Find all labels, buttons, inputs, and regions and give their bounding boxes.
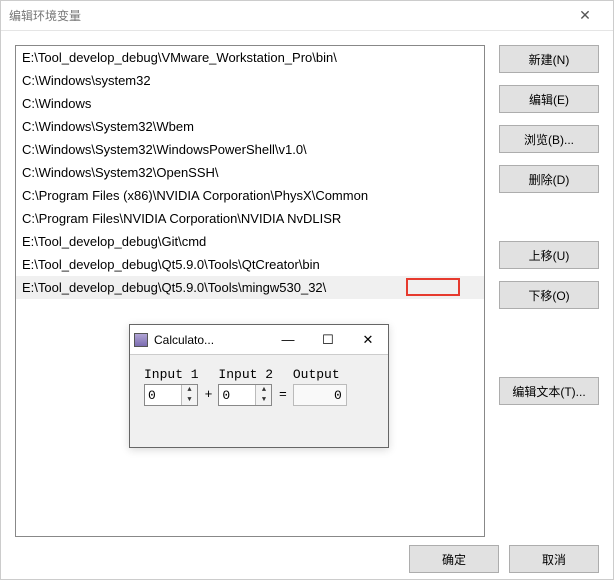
new-button[interactable]: 新建(N) bbox=[499, 45, 599, 73]
list-item[interactable]: C:\Windows\system32 bbox=[16, 69, 484, 92]
list-item[interactable]: E:\Tool_develop_debug\VMware_Workstation… bbox=[16, 46, 484, 69]
input1-stepper[interactable]: ▲ ▼ bbox=[144, 384, 198, 406]
ok-button[interactable]: 确定 bbox=[409, 545, 499, 573]
calc-title: Calculato... bbox=[154, 333, 268, 347]
input1-label: Input 1 bbox=[144, 367, 199, 382]
close-icon[interactable]: ✕ bbox=[348, 325, 388, 355]
chevron-down-icon[interactable]: ▼ bbox=[182, 395, 197, 405]
list-item[interactable]: C:\Windows bbox=[16, 92, 484, 115]
side-buttons: 新建(N) 编辑(E) 浏览(B)... 删除(D) 上移(U) 下移(O) 编… bbox=[499, 45, 599, 537]
input2-label: Input 2 bbox=[218, 367, 273, 382]
minimize-icon[interactable]: — bbox=[268, 325, 308, 355]
plus-label: + bbox=[205, 387, 213, 406]
browse-button[interactable]: 浏览(B)... bbox=[499, 125, 599, 153]
list-item[interactable]: C:\Program Files\NVIDIA Corporation\NVID… bbox=[16, 207, 484, 230]
edit-button[interactable]: 编辑(E) bbox=[499, 85, 599, 113]
calc-titlebar[interactable]: Calculato... — ☐ ✕ bbox=[130, 325, 388, 355]
list-item[interactable]: C:\Windows\System32\Wbem bbox=[16, 115, 484, 138]
dialog-title: 编辑环境变量 bbox=[9, 7, 565, 24]
list-item[interactable]: C:\Windows\System32\WindowsPowerShell\v1… bbox=[16, 138, 484, 161]
output-label: Output bbox=[293, 367, 347, 382]
list-item[interactable]: E:\Tool_develop_debug\Qt5.9.0\Tools\QtCr… bbox=[16, 253, 484, 276]
output-value: 0 bbox=[293, 384, 347, 406]
path-list[interactable]: E:\Tool_develop_debug\VMware_Workstation… bbox=[15, 45, 485, 537]
cancel-button[interactable]: 取消 bbox=[509, 545, 599, 573]
list-item[interactable]: C:\Windows\System32\OpenSSH\ bbox=[16, 161, 484, 184]
list-item[interactable]: C:\Program Files (x86)\NVIDIA Corporatio… bbox=[16, 184, 484, 207]
titlebar: 编辑环境变量 ✕ bbox=[1, 1, 613, 31]
chevron-up-icon[interactable]: ▲ bbox=[256, 385, 271, 395]
equals-label: = bbox=[279, 387, 287, 406]
calc-app-icon bbox=[134, 333, 148, 347]
input1-field[interactable] bbox=[145, 385, 181, 405]
delete-button[interactable]: 删除(D) bbox=[499, 165, 599, 193]
env-var-dialog: 编辑环境变量 ✕ E:\Tool_develop_debug\VMware_Wo… bbox=[0, 0, 614, 580]
close-icon[interactable]: ✕ bbox=[565, 7, 605, 24]
calc-body: Input 1 ▲ ▼ + Input 2 ▲ ▼ bbox=[130, 355, 388, 418]
input2-field[interactable] bbox=[219, 385, 255, 405]
list-item[interactable]: E:\Tool_develop_debug\Qt5.9.0\Tools\ming… bbox=[16, 276, 484, 299]
moveup-button[interactable]: 上移(U) bbox=[499, 241, 599, 269]
calculator-window: Calculato... — ☐ ✕ Input 1 ▲ ▼ + Input 2 bbox=[129, 324, 389, 448]
list-item[interactable]: E:\Tool_develop_debug\Git\cmd bbox=[16, 230, 484, 253]
edittext-button[interactable]: 编辑文本(T)... bbox=[499, 377, 599, 405]
maximize-icon[interactable]: ☐ bbox=[308, 325, 348, 355]
footer: 确定 取消 bbox=[409, 545, 599, 573]
chevron-down-icon[interactable]: ▼ bbox=[256, 395, 271, 405]
input2-stepper[interactable]: ▲ ▼ bbox=[218, 384, 272, 406]
movedown-button[interactable]: 下移(O) bbox=[499, 281, 599, 309]
chevron-up-icon[interactable]: ▲ bbox=[182, 385, 197, 395]
